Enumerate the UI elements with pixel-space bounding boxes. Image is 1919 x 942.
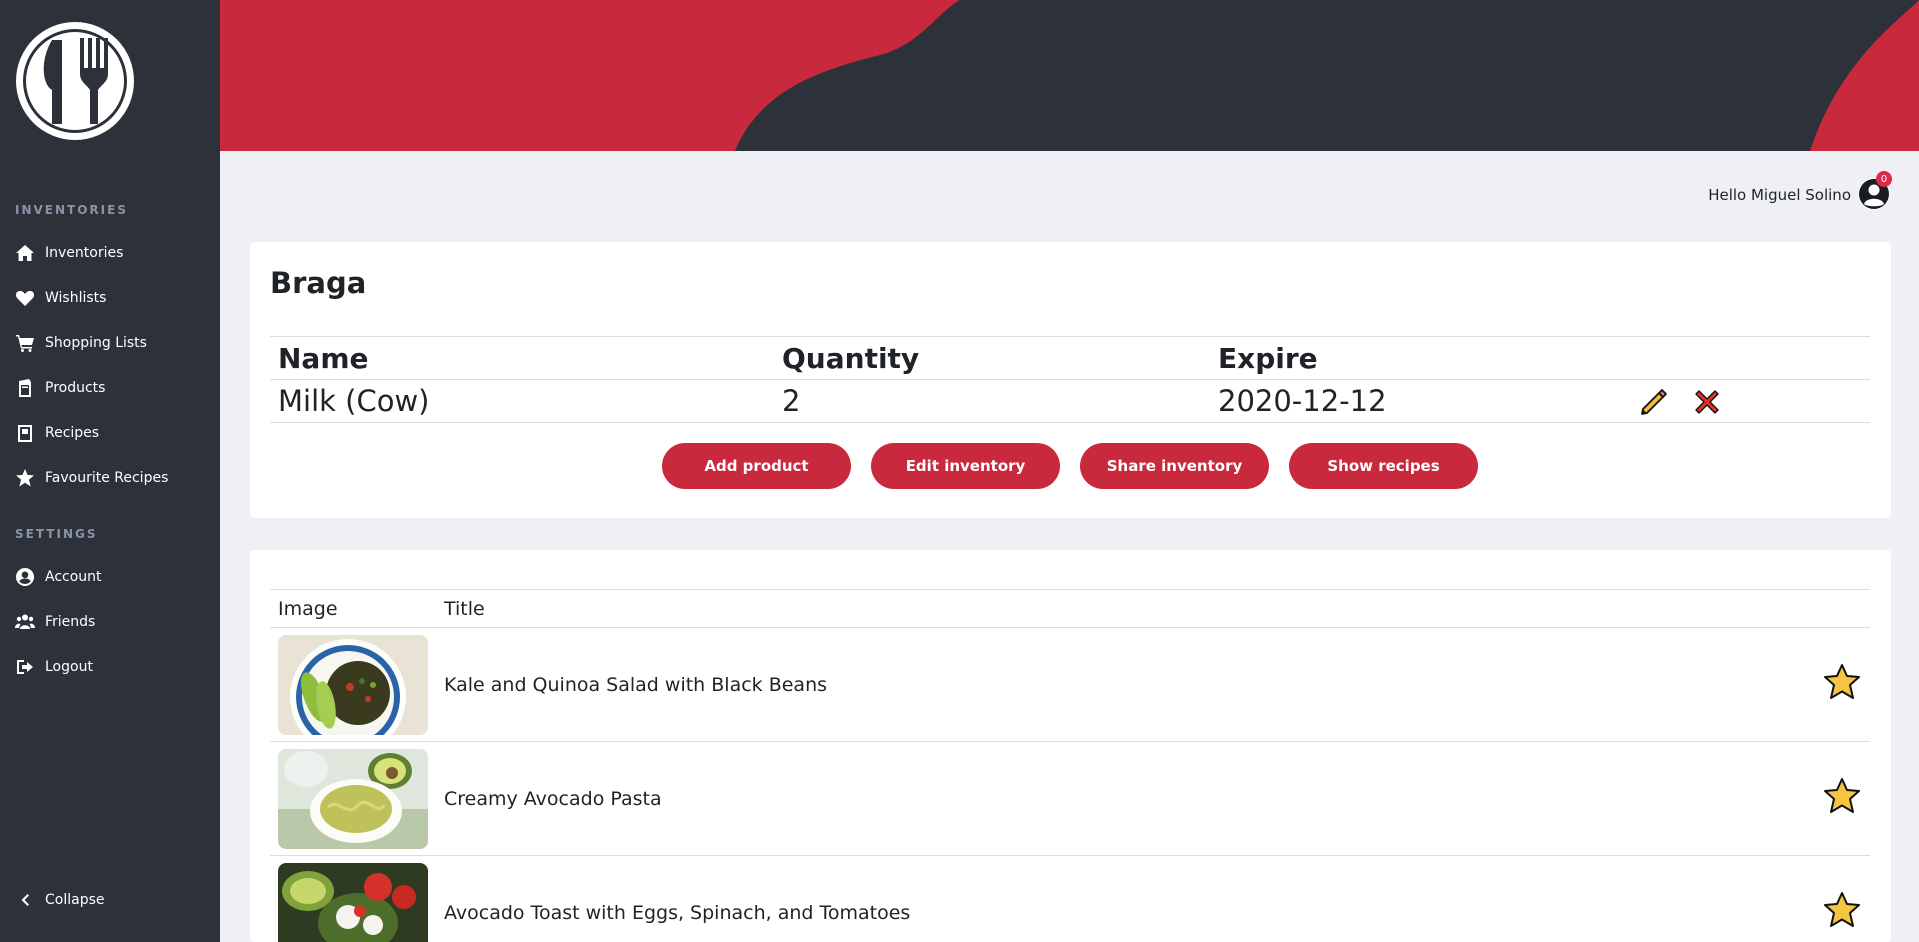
table-header-row: Image Title	[270, 589, 1870, 628]
inventory-table: Name Quantity Expire Milk (Cow) 2 2020-1…	[270, 336, 1870, 423]
inventory-card: Braga Name Quantity Expire Milk (Cow) 2 …	[250, 242, 1891, 518]
column-header-actions	[1619, 336, 1870, 380]
add-product-button[interactable]: Add product	[662, 443, 851, 489]
recipes-card: Image Title Kale and Quinoa Salad with B…	[250, 550, 1891, 942]
column-header-expire: Expire	[1210, 336, 1620, 380]
recipe-book-icon	[15, 423, 35, 443]
sidebar-item-label: Shopping Lists	[45, 335, 147, 351]
delete-x-icon[interactable]	[1690, 385, 1724, 419]
sidebar-item-label: Inventories	[45, 245, 124, 261]
sidebar: INVENTORIES Inventories Wishlists Shoppi…	[0, 0, 220, 942]
recipe-image[interactable]	[278, 634, 428, 735]
share-inventory-button[interactable]: Share inventory	[1080, 443, 1269, 489]
sidebar-item-wishlists[interactable]: Wishlists	[15, 283, 106, 313]
users-icon	[15, 612, 35, 632]
sidebar-item-products[interactable]: Products	[15, 373, 105, 403]
home-icon	[15, 243, 35, 263]
sidebar-item-label: Products	[45, 380, 106, 396]
table-row[interactable]: Creamy Avocado Pasta	[270, 741, 1870, 856]
sidebar-item-shopping-lists[interactable]: Shopping Lists	[15, 328, 147, 358]
recipe-title[interactable]: Creamy Avocado Pasta	[436, 741, 1810, 856]
user-greeting: Hello Miguel Solino	[1708, 186, 1851, 204]
sidebar-item-label: Friends	[45, 614, 96, 630]
table-row[interactable]: Kale and Quinoa Salad with Black Beans	[270, 627, 1870, 742]
column-header-title: Title	[436, 589, 1810, 628]
sidebar-item-label: Account	[45, 569, 102, 585]
section-title-settings: SETTINGS	[15, 527, 98, 541]
sign-out-icon	[15, 657, 35, 677]
table-row: Milk (Cow) 2 2020-12-12	[270, 379, 1870, 423]
sidebar-item-label: Wishlists	[45, 290, 107, 306]
app-logo[interactable]	[14, 20, 136, 142]
row-actions	[1619, 379, 1870, 423]
sidebar-item-label: Favourite Recipes	[45, 470, 169, 486]
product-name: Milk (Cow)	[270, 379, 774, 423]
chevron-left-icon	[15, 890, 35, 910]
product-box-icon	[15, 378, 35, 398]
recipe-image[interactable]	[278, 862, 428, 942]
sidebar-item-recipes[interactable]: Recipes	[15, 418, 99, 448]
favourite-star-icon[interactable]	[1822, 662, 1862, 702]
sidebar-item-label: Recipes	[45, 425, 100, 441]
table-row[interactable]: Avocado Toast with Eggs, Spinach, and To…	[270, 855, 1870, 942]
cart-icon	[15, 333, 35, 353]
show-recipes-button[interactable]: Show recipes	[1289, 443, 1478, 489]
edit-pencil-icon[interactable]	[1637, 385, 1671, 419]
star-icon	[15, 468, 35, 488]
column-header-name: Name	[270, 336, 774, 380]
favourite-star-icon[interactable]	[1822, 776, 1862, 816]
column-header-image: Image	[270, 589, 436, 628]
inventory-title: Braga	[270, 266, 367, 300]
inventory-actions: Add product Edit inventory Share invento…	[662, 443, 1478, 489]
sidebar-item-logout[interactable]: Logout	[15, 652, 93, 682]
column-header-favourite	[1810, 589, 1870, 628]
sidebar-item-friends[interactable]: Friends	[15, 607, 95, 637]
header-banner	[220, 0, 1919, 151]
edit-inventory-button[interactable]: Edit inventory	[871, 443, 1060, 489]
sidebar-item-account[interactable]: Account	[15, 562, 102, 592]
product-quantity: 2	[774, 379, 1210, 423]
sidebar-item-favourite-recipes[interactable]: Favourite Recipes	[15, 463, 168, 493]
notification-badge[interactable]: 0	[1876, 171, 1892, 187]
favourite-star-icon[interactable]	[1822, 890, 1862, 930]
sidebar-item-inventories[interactable]: Inventories	[15, 238, 123, 268]
table-header-row: Name Quantity Expire	[270, 336, 1870, 380]
collapse-button[interactable]: Collapse	[15, 885, 105, 915]
recipes-table: Image Title Kale and Quinoa Salad with B…	[270, 589, 1870, 942]
recipe-title[interactable]: Kale and Quinoa Salad with Black Beans	[436, 627, 1810, 742]
recipe-title[interactable]: Avocado Toast with Eggs, Spinach, and To…	[436, 855, 1810, 942]
collapse-label: Collapse	[45, 892, 105, 908]
user-circle-icon	[15, 567, 35, 587]
sidebar-item-label: Logout	[45, 659, 93, 675]
column-header-quantity: Quantity	[774, 336, 1210, 380]
section-title-inventories: INVENTORIES	[15, 203, 128, 217]
product-expire: 2020-12-12	[1210, 379, 1620, 423]
recipe-image[interactable]	[278, 748, 428, 849]
heart-icon	[15, 288, 35, 308]
